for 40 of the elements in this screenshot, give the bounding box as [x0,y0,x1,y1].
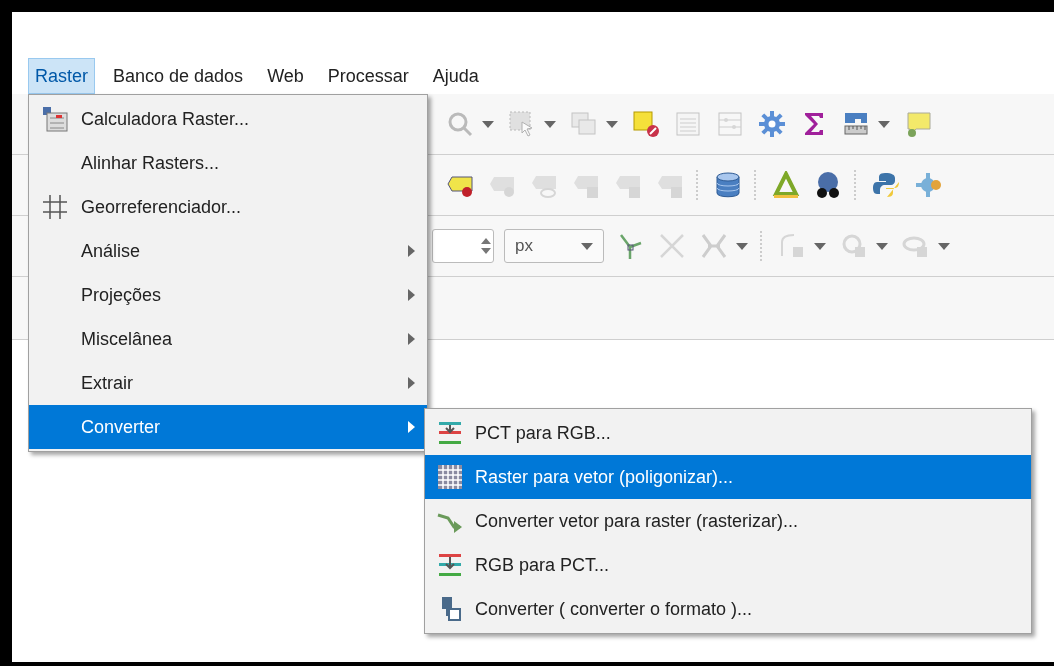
database-icon [714,171,742,199]
menu-item[interactable]: Converter [29,405,427,449]
calculator-icon [41,105,69,133]
zoom-icon [446,110,474,138]
menu-item[interactable]: Calculadora Raster... [29,97,427,141]
menu-item[interactable]: Alinhar Rasters... [29,141,427,185]
gear-icon [758,110,786,138]
cross-icon [658,232,686,260]
caret-icon [581,242,593,250]
menu-item[interactable]: Extrair [29,361,427,405]
grid-icon [41,193,69,221]
speech-bubble-icon [904,110,932,138]
stack-icon [570,110,598,138]
menu-bar-item[interactable]: Web [261,58,310,94]
menu-item[interactable]: Análise [29,229,427,273]
spin-box[interactable] [432,229,494,263]
color-bars-icon [436,419,464,447]
menu-bar-item[interactable]: Processar [321,58,415,94]
menu-item[interactable]: Converter ( converter o formato )... [425,587,1031,631]
triangle-icon [772,171,800,199]
menu-item[interactable]: Converter vetor para raster (rasterizar)... [425,499,1031,543]
menu-item[interactable]: Georreferenciador... [29,185,427,229]
split-icon [700,232,728,260]
color-bars-icon [436,551,464,579]
table-icon [674,110,702,138]
menu-item[interactable]: PCT para RGB... [425,411,1031,455]
menu-item[interactable]: Miscelânea [29,317,427,361]
square-icon [632,110,660,138]
menu-item[interactable]: Projeções [29,273,427,317]
pixel-grid-icon [436,463,464,491]
menu-bar-item[interactable]: Ajuda [426,58,485,94]
menu-item[interactable]: Raster para vetor (poligonizar)... [425,455,1031,499]
python-icon [872,171,900,199]
menu-bar-item[interactable]: Raster [28,58,95,94]
unit-dropdown[interactable]: px [504,229,604,263]
menu-item[interactable]: RGB para PCT... [425,543,1031,587]
ruler-icon [842,110,870,138]
menu-bar-item[interactable]: Banco de dados [107,58,250,94]
node-icon [778,232,806,260]
circle-icon [840,232,868,260]
